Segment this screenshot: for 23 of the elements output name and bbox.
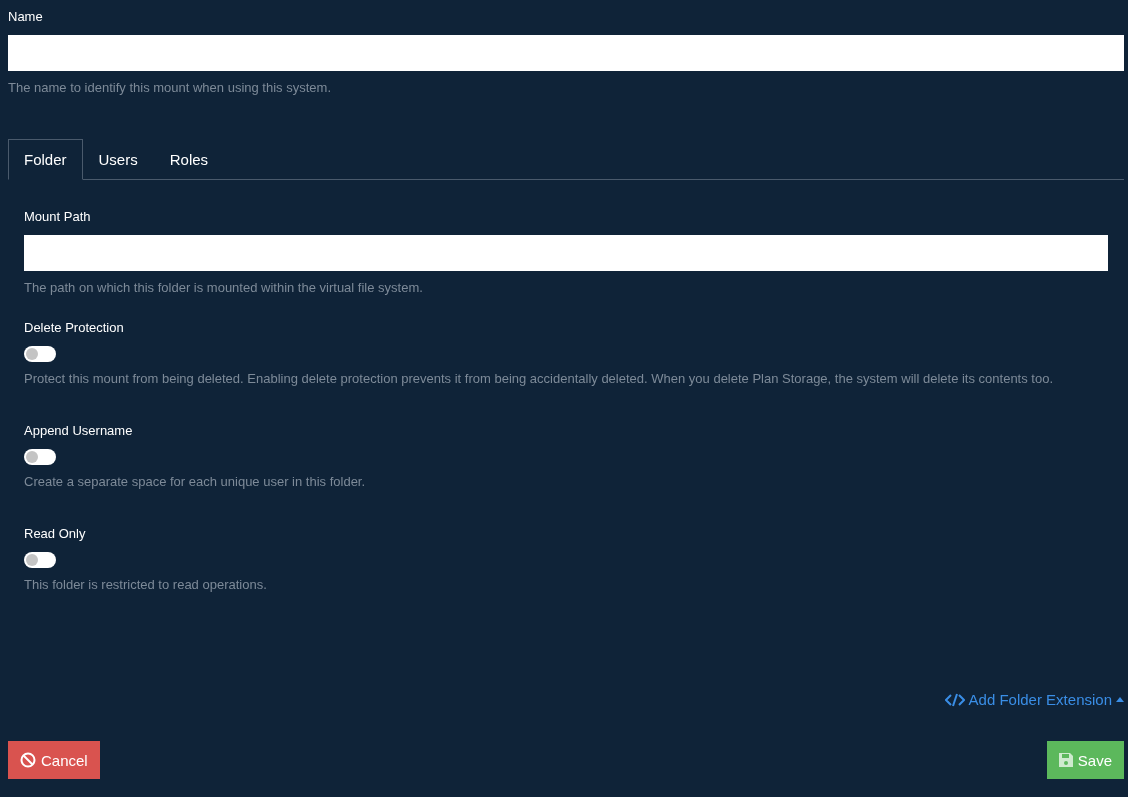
mount-path-input[interactable] <box>24 235 1108 271</box>
help-text: Protect this mount from being deleted. Enabling delete protection prevents it from being accidentally deleted. When you delete Plan Storage, the system will delete its contents too. <box>24 370 1055 388</box>
tab[interactable]: Users <box>82 139 154 180</box>
field-label: Name <box>8 8 44 26</box>
help-text: This folder is restricted to read operations. <box>24 576 268 594</box>
field-label: Read Only <box>24 525 87 543</box>
help-text: The name to identify this mount when using this system. <box>8 79 332 97</box>
field-label: Append Username <box>24 422 134 440</box>
tab[interactable]: Roles <box>153 139 225 180</box>
ban-icon <box>20 752 36 768</box>
toggle-switch[interactable] <box>24 346 56 362</box>
name-input[interactable] <box>8 35 1124 71</box>
toggle-switch[interactable] <box>24 552 56 568</box>
help-text: Create a separate space for each unique user in this folder. <box>24 473 367 491</box>
field-label: Mount Path <box>24 208 92 226</box>
toggle-switch[interactable] <box>24 449 56 465</box>
cancel-button[interactable]: Cancel <box>8 741 100 779</box>
caret-icon <box>1116 697 1124 702</box>
code-icon <box>944 692 965 707</box>
tab[interactable]: Folder <box>8 139 83 180</box>
field-label: Delete Protection <box>24 319 125 337</box>
add-folder-extension-link[interactable]: Add Folder Extension <box>944 691 1124 708</box>
help-text: The path on which this folder is mounted within the virtual file system. <box>24 279 424 297</box>
